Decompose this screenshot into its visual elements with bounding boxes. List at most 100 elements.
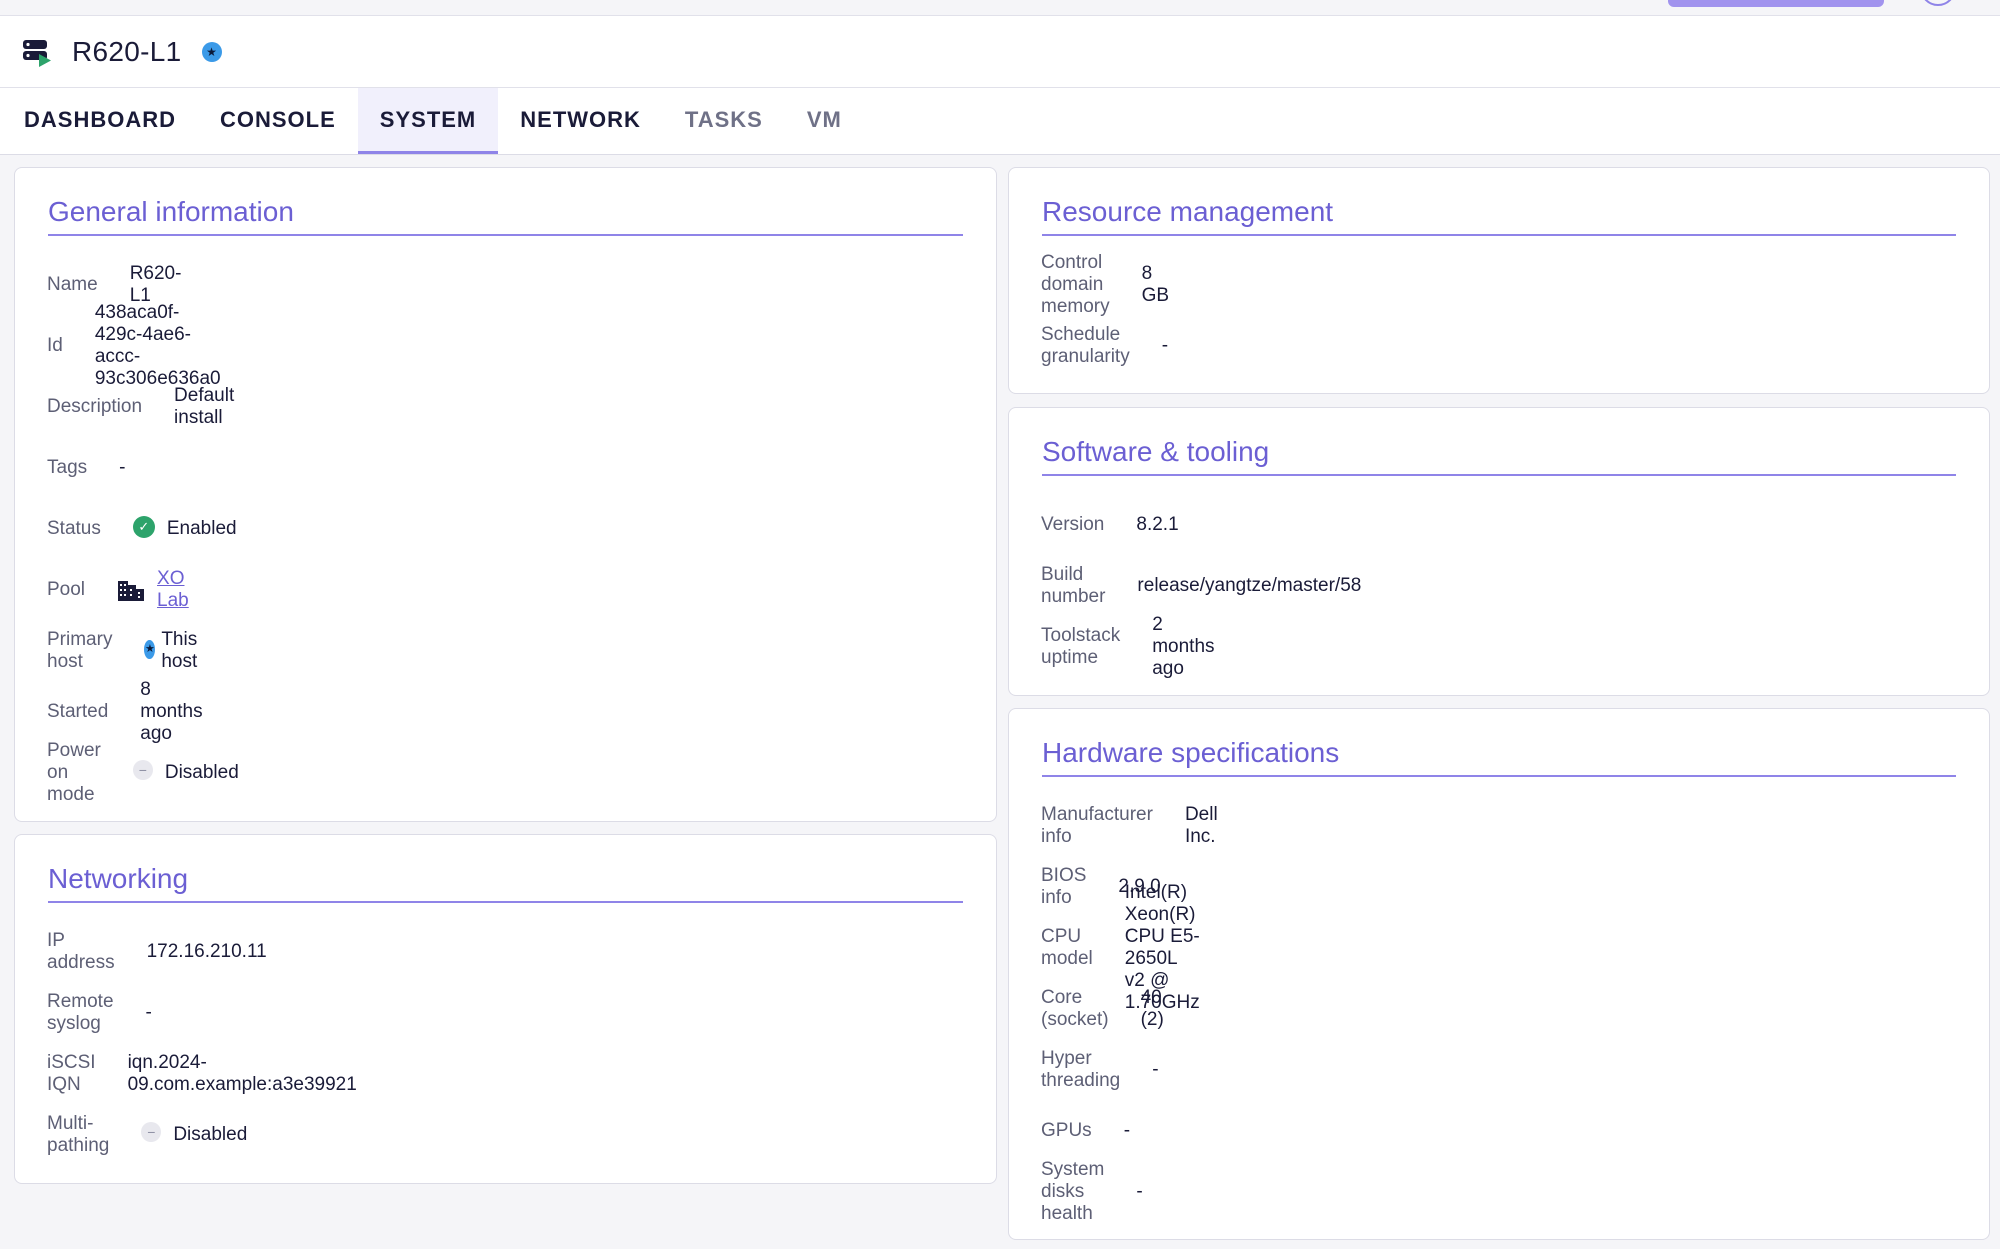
field-label: CPU model <box>1041 926 1093 969</box>
field-label: Name <box>47 274 98 295</box>
row-pool: Pool XO Lab <box>47 568 189 611</box>
disabled-minus-icon: − <box>141 1122 162 1142</box>
row-primary-host: Primary host ★ This host <box>47 629 205 672</box>
row-control-domain-memory: Control domain memory 8 GB <box>1041 252 1169 317</box>
top-action-button[interactable] <box>1668 0 1884 7</box>
top-strip <box>0 0 2000 16</box>
card-title: Hardware specifications <box>1042 737 1956 777</box>
field-label: Started <box>47 701 109 722</box>
started-value: 8 months ago <box>140 679 203 744</box>
field-label: iSCSI IQN <box>47 1052 96 1095</box>
field-label: Primary host <box>47 629 113 672</box>
schedule-granularity-value: - <box>1161 335 1169 356</box>
system-disks-health-value: - <box>1136 1181 1143 1202</box>
status-value: ✓ Enabled <box>132 516 237 540</box>
tab-network[interactable]: NETWORK <box>498 88 663 154</box>
row-system-disks-health: System disks health - <box>1041 1159 1143 1224</box>
primary-host-value: ★ This host <box>144 629 205 673</box>
field-label: Multi-pathing <box>47 1113 110 1156</box>
row-gpus: GPUs - <box>1041 1116 1130 1146</box>
row-version: Version 8.2.1 <box>1041 510 1179 540</box>
host-name-value: R620-L1 <box>129 263 182 306</box>
field-label: BIOS info <box>1041 865 1087 908</box>
user-avatar[interactable] <box>1920 0 1956 6</box>
row-build-number: Build number release/yangtze/master/58 <box>1041 564 1362 607</box>
field-label: IP address <box>47 930 115 973</box>
version-value: 8.2.1 <box>1136 514 1179 535</box>
core-socket-value: 40 (2) <box>1140 987 1164 1030</box>
pool-value: XO Lab <box>117 568 189 612</box>
remote-syslog-value: - <box>145 1002 152 1023</box>
card-title: Resource management <box>1042 196 1956 236</box>
pool-building-icon <box>117 579 145 601</box>
tags-value: - <box>119 457 126 478</box>
field-label: GPUs <box>1041 1120 1092 1141</box>
row-manufacturer-info: Manufacturer info Dell Inc. <box>1041 804 1218 847</box>
toolstack-uptime-value: 2 months ago <box>1152 614 1215 679</box>
row-iscsi-iqn: iSCSI IQN iqn.2024-09.com.example:a3e399… <box>47 1052 357 1095</box>
field-label: Tags <box>47 457 88 478</box>
field-label: Hyper threading <box>1041 1048 1121 1091</box>
row-toolstack-uptime: Toolstack uptime 2 months ago <box>1041 614 1215 679</box>
row-power-on-mode: Power on mode − Disabled <box>47 740 239 805</box>
tab-tasks[interactable]: TASKS <box>663 88 785 154</box>
field-label: Status <box>47 518 101 539</box>
host-id-value: 438aca0f-429c-4ae6-accc-93c306e636a0 <box>94 302 221 389</box>
row-started: Started 8 months ago <box>47 679 203 744</box>
row-status: Status ✓ Enabled <box>47 514 237 544</box>
tab-vm[interactable]: VM <box>785 88 864 154</box>
field-label: Id <box>47 335 63 356</box>
row-cpu-model: CPU model Intel(R) Xeon(R) CPU E5-2650L … <box>1041 882 1200 1013</box>
field-label: Control domain memory <box>1041 252 1110 317</box>
power-on-mode-text: Disabled <box>164 762 239 783</box>
field-label: Schedule granularity <box>1041 324 1130 367</box>
field-label: Description <box>47 396 143 417</box>
description-value: Default install <box>174 385 235 428</box>
gpus-value: - <box>1123 1120 1131 1141</box>
row-core-socket: Core (socket) 40 (2) <box>1041 987 1164 1030</box>
master-host-star-icon: ★ <box>201 41 222 62</box>
page-header: R620-L1 ★ <box>0 16 2000 88</box>
field-label: Toolstack uptime <box>1041 625 1121 668</box>
row-schedule-granularity: Schedule granularity - <box>1041 324 1169 367</box>
tab-system[interactable]: SYSTEM <box>357 88 499 154</box>
row-id: Id 438aca0f-429c-4ae6-accc-93c306e636a0 <box>47 302 221 389</box>
ip-address-value: 172.16.210.11 <box>146 941 267 962</box>
multi-pathing-value: − Disabled <box>141 1122 248 1146</box>
build-number-value: release/yangtze/master/58 <box>1137 575 1362 596</box>
row-description: Description Default install <box>47 385 234 428</box>
tab-dashboard[interactable]: DASHBOARD <box>2 88 198 154</box>
tab-console[interactable]: CONSOLE <box>198 88 358 154</box>
row-name: Name R620-L1 <box>47 263 181 306</box>
field-label: Pool <box>47 579 86 600</box>
primary-host-text: This host <box>161 629 198 672</box>
manufacturer-info-value: Dell Inc. <box>1184 804 1218 847</box>
row-tags: Tags - <box>47 453 125 483</box>
check-circle-icon: ✓ <box>132 516 155 538</box>
iscsi-iqn-value: iqn.2024-09.com.example:a3e39921 <box>127 1052 357 1095</box>
field-label: Build number <box>1041 564 1106 607</box>
field-label: System disks health <box>1041 1159 1105 1224</box>
control-domain-memory-value: 8 GB <box>1141 263 1170 306</box>
field-label: Remote syslog <box>47 991 114 1034</box>
power-on-mode-value: − Disabled <box>132 760 239 784</box>
row-remote-syslog: Remote syslog - <box>47 991 152 1034</box>
row-multi-pathing: Multi-pathing − Disabled <box>47 1113 248 1156</box>
disabled-minus-icon: − <box>132 760 153 780</box>
field-label: Power on mode <box>47 740 101 805</box>
page-title: R620-L1 <box>72 35 182 67</box>
multi-pathing-text: Disabled <box>173 1124 248 1145</box>
field-label: Core (socket) <box>1041 987 1109 1030</box>
field-label: Manufacturer info <box>1041 804 1153 847</box>
card-title: Networking <box>48 863 963 903</box>
card-title: General information <box>48 196 963 236</box>
row-hyper-threading: Hyper threading - <box>1041 1048 1159 1091</box>
row-ip-address: IP address 172.16.210.11 <box>47 930 267 973</box>
field-label: Version <box>1041 514 1105 535</box>
hyper-threading-value: - <box>1152 1059 1159 1080</box>
status-text: Enabled <box>166 518 237 539</box>
pool-link[interactable]: XO Lab <box>157 568 189 612</box>
tab-bar: DASHBOARD CONSOLE SYSTEM NETWORK TASKS V… <box>0 88 2000 155</box>
master-host-star-icon: ★ <box>144 639 156 659</box>
card-title: Software & tooling <box>1042 436 1956 476</box>
